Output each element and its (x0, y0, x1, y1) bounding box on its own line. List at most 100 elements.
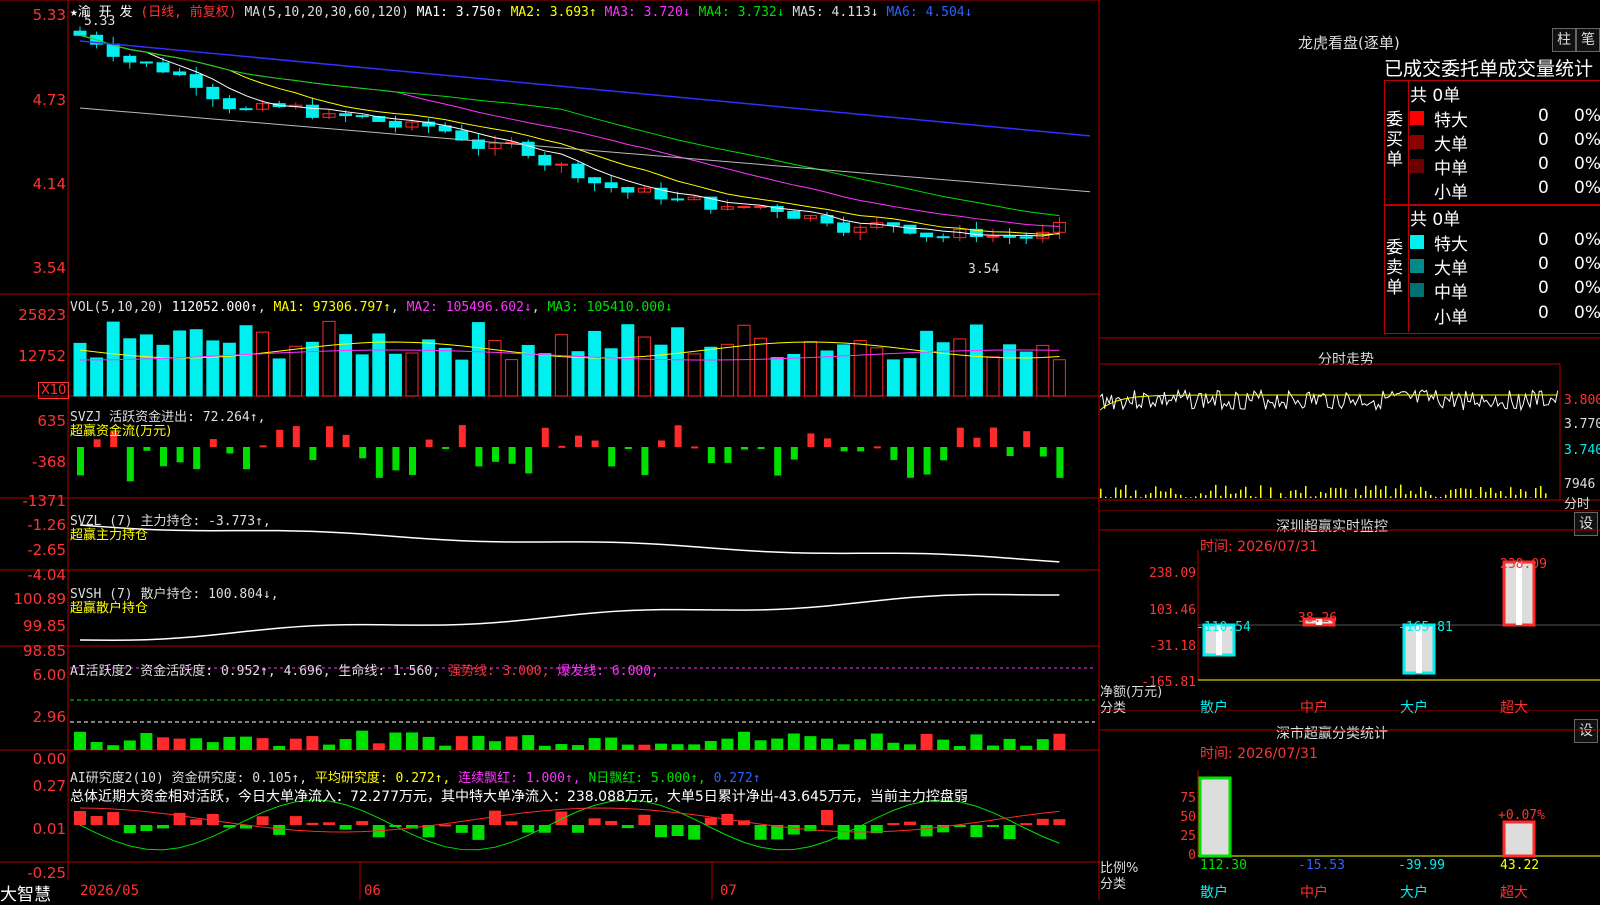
fund-flow-bar (77, 447, 84, 475)
ts-vol-bar (1435, 497, 1437, 498)
ts-vol-bar (1245, 487, 1247, 498)
fund-flow-bar (691, 446, 698, 448)
ts-vol-bar (1535, 488, 1537, 498)
buy-s-count: 0 (1538, 178, 1549, 198)
activity-bar (705, 741, 717, 750)
candle-body (190, 75, 202, 88)
ai1-y-3: 0.00 (0, 750, 66, 768)
cls-y-1: 75 (1156, 791, 1196, 806)
ts-vol-bar (1390, 496, 1392, 498)
candle-body (140, 62, 152, 63)
fund-flow-bar (343, 435, 350, 447)
activity-bar (655, 744, 667, 750)
research-bar (921, 825, 933, 836)
ts-vol-bar (1330, 488, 1332, 498)
tick-view-button[interactable]: 笔 (1576, 28, 1600, 52)
activity-bar (638, 745, 650, 750)
volume-bar (1020, 352, 1032, 396)
buy-xl-count: 0 (1538, 106, 1549, 126)
volume-bar (356, 355, 368, 396)
sell-l-count: 0 (1538, 254, 1549, 274)
cls-cat-2: 中户 (1300, 882, 1328, 902)
fund-flow-bar (409, 447, 416, 475)
bar-view-button[interactable]: 柱 (1552, 28, 1576, 52)
research-bar (522, 825, 534, 833)
sell-m-count: 0 (1538, 278, 1549, 298)
research-bar (1020, 823, 1032, 825)
research-bar (1004, 825, 1016, 839)
volume-bar (821, 351, 833, 396)
activity-bar (472, 736, 484, 750)
ts-vol-bar (1295, 490, 1297, 498)
cls-bar (1200, 778, 1230, 856)
right-panel: 龙虎看盘(逐单) 柱 笔 已成交委托单成交量统计 委买单 共 0单 委卖单 共 … (1100, 0, 1600, 900)
volume-bar (854, 341, 866, 396)
activity-bar (721, 739, 733, 750)
longhu-title: 龙虎看盘(逐单) (1298, 32, 1400, 53)
research-bar (622, 825, 634, 828)
activity-bar (356, 731, 368, 750)
fund-flow-bar (226, 447, 233, 453)
research-bar (638, 815, 650, 825)
volume-bar (721, 344, 733, 396)
volume-bar (240, 326, 252, 396)
fund-flow-bar (127, 447, 134, 481)
chart-canvas[interactable] (0, 0, 1100, 900)
ai2-summary: 总体近期大资金相对活跃，今日大单净流入：72.277万元，其中特大单净流入：23… (70, 786, 968, 806)
ts-y-2: 3.770 (1564, 417, 1600, 432)
ts-vol-bar (1420, 487, 1422, 498)
ts-vol-bar (1115, 488, 1117, 498)
activity-bar (140, 733, 152, 750)
activity-bar (240, 737, 252, 750)
ai2-y-2: 0.01 (0, 820, 66, 838)
activity-bar (838, 744, 850, 750)
ts-vol-bar (1475, 497, 1477, 498)
low-label: 3.54 (968, 262, 999, 277)
ts-vol-bar (1280, 493, 1282, 498)
ts-vol-bar (1125, 485, 1127, 498)
vol-y-1: 25823 (0, 306, 66, 324)
research-bar (257, 816, 269, 825)
vol-unit: X10 (38, 382, 69, 399)
ts-vol-bar (1120, 490, 1122, 498)
volume-bar (74, 343, 86, 396)
chart-area[interactable]: ★渝 开 发 (日线, 前复权) MA(5,10,20,30,60,120) M… (0, 0, 1100, 900)
ts-vol-bar (1455, 489, 1457, 498)
fund-flow-bar (758, 447, 765, 449)
research-bar (788, 825, 800, 835)
volume-bar (572, 352, 584, 396)
activity-bar (423, 737, 435, 750)
ma6: MA6: 4.504↓ (886, 5, 972, 20)
fund-flow-bar (824, 438, 831, 447)
volume-bar (954, 339, 966, 396)
activity-bar (821, 739, 833, 750)
mon-y-3: -31.18 (1122, 639, 1196, 654)
candle-body (904, 225, 916, 233)
candle-body (389, 121, 401, 127)
volume-bar (921, 331, 933, 396)
activity-bar (273, 746, 285, 750)
buy-m-name: 中单 (1434, 154, 1468, 179)
vol-header: VOL(5,10,20) 112052.000↑, MA1: 97306.797… (70, 300, 673, 315)
ts-vol-bar (1540, 486, 1542, 498)
cls-val-2: -15.53 (1298, 858, 1345, 873)
timeshare-chart[interactable] (1100, 330, 1600, 510)
ts-vol-bar (1485, 492, 1487, 498)
fund-flow-bar (675, 425, 682, 447)
ts-vol-bar (1395, 488, 1397, 498)
ts-vol-bar (1405, 494, 1407, 498)
volume-bar (771, 358, 783, 396)
ts-vol-bar (1300, 493, 1302, 498)
fund-flow-bar (724, 447, 731, 463)
ma-line (80, 35, 1059, 226)
ts-vol-bar (1365, 486, 1367, 498)
research-bar (489, 811, 501, 825)
cls-pct: +0.07% (1498, 808, 1545, 823)
mon-val-3: -165.81 (1398, 620, 1453, 635)
buy-l-name: 大单 (1434, 130, 1468, 155)
activity-bar (439, 746, 451, 750)
ts-vol-bar (1160, 491, 1162, 498)
candle-body (838, 223, 850, 232)
svzl-sub: 超赢主力持仓 (70, 524, 148, 543)
research-bar (124, 825, 136, 833)
